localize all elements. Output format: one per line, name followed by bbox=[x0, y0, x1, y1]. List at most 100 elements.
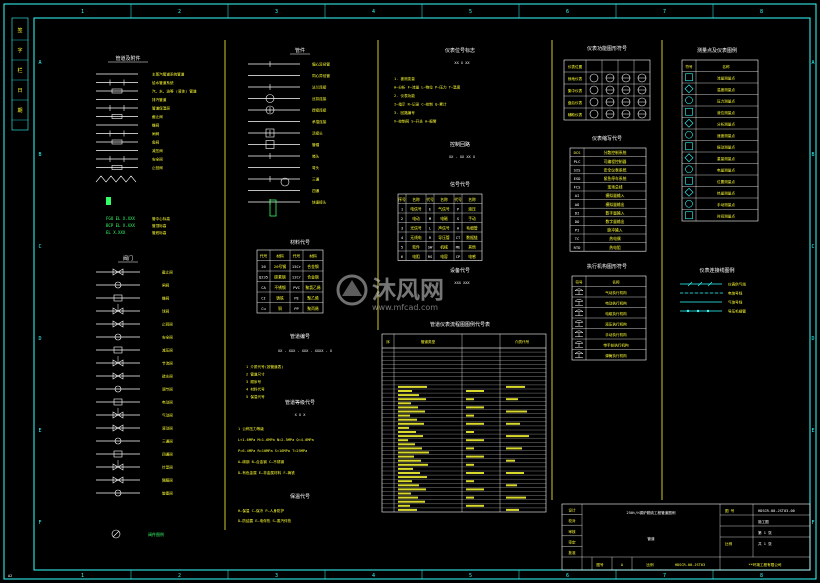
signalTable-cell: 声信号 bbox=[438, 225, 450, 230]
abbrTable-cell: AI bbox=[575, 193, 580, 198]
measure-label: 位置测量点 bbox=[717, 179, 735, 184]
section-material-title: 材料代号 bbox=[290, 239, 310, 246]
measure-label: 液位测量点 bbox=[717, 110, 735, 115]
section-insulation-title: 保温代号 bbox=[290, 493, 310, 500]
signalTable-cell: 电感 bbox=[468, 254, 476, 259]
zone-label-side-right: C bbox=[811, 244, 814, 250]
pressure-format: X X X bbox=[295, 413, 307, 417]
section-instrument-title: 仪表位号标志 bbox=[445, 47, 475, 54]
materialTable-cell: 代号 bbox=[293, 254, 301, 259]
main-table-row-text bbox=[398, 508, 417, 511]
section-pipe-code-title: 管道编号 bbox=[290, 333, 310, 340]
title-block-role: 批准 bbox=[568, 550, 576, 555]
zone-label-top: 5 bbox=[469, 9, 472, 15]
measure-point-icon bbox=[685, 73, 693, 82]
zone-label-side-right: F bbox=[811, 520, 814, 526]
zone-label-side-right: A bbox=[811, 60, 814, 66]
zone-label-side: E bbox=[38, 428, 41, 434]
device-format: XXX XXX bbox=[454, 281, 470, 285]
main-table-row-text bbox=[398, 476, 427, 479]
measure-point-icon bbox=[685, 130, 693, 139]
signalTable-cell: 名称 bbox=[468, 197, 476, 202]
zone-label-side: B bbox=[38, 152, 41, 158]
pipe-symbol-label: 止回阀 bbox=[152, 165, 163, 170]
main-table-row-text bbox=[398, 439, 408, 442]
signalTable-cell: 气信号 bbox=[438, 206, 450, 211]
section-pressure-title: 管道等级代号 bbox=[285, 399, 315, 406]
valve-label: 四通阀 bbox=[162, 451, 173, 456]
signalTable-cell: 数据链 bbox=[466, 235, 478, 240]
main-table-row-text bbox=[398, 426, 409, 429]
main-table-row-text bbox=[398, 410, 425, 413]
valve-label: 电动阀 bbox=[162, 399, 173, 404]
zone-label-top: 2 bbox=[178, 9, 181, 15]
measure-label: 电量测量点 bbox=[717, 168, 735, 173]
measure-point-icon bbox=[685, 176, 693, 185]
title-block-company: **环境工程有限公司 bbox=[748, 562, 781, 567]
actuator-label: 带手轮执行机构 bbox=[603, 343, 629, 348]
pipe-symbol-label: 减压阀 bbox=[152, 148, 163, 153]
main-table-row-text bbox=[398, 385, 427, 388]
zone-label-top: 7 bbox=[663, 9, 666, 15]
pressure-line: D—有色金属 E—非金属材料 F—铸铁 bbox=[238, 470, 295, 475]
main-table-row-text bbox=[506, 447, 522, 450]
main-table-row-text bbox=[506, 484, 517, 487]
measure-point-icon bbox=[685, 165, 693, 174]
zone-label-bottom: 8 bbox=[760, 573, 763, 579]
column-measurement: 测量点及仪表图例 符号 名称流量测量点温度测量点压力测量点液位测量点分析测量点速度… bbox=[680, 47, 759, 313]
zone-label-top: 6 bbox=[566, 9, 569, 15]
zone-label-top: 3 bbox=[275, 9, 278, 15]
main-table-header: 介质代号 bbox=[515, 339, 530, 344]
materialTable-cell: 合金钢 bbox=[307, 264, 319, 269]
fitting-label: 管帽 bbox=[312, 142, 320, 147]
signalTable-cell: 无线电 bbox=[410, 235, 422, 240]
elevation-label: FGO EL X.XXX bbox=[106, 216, 135, 221]
title-block-role: 审核 bbox=[568, 529, 576, 534]
main-table-row-text bbox=[466, 390, 484, 392]
main-table-row-text bbox=[466, 398, 474, 401]
column-instrument-symbols: 仪表功能图形符号 仪表位置就地仪表集中仪表盘后仪表辅助仪表 仪表缩写代号 DCS… bbox=[563, 45, 651, 361]
pipe-symbol-label: 截止阀 bbox=[152, 114, 163, 119]
abbrTable-cell: 数字量输出 bbox=[606, 219, 625, 224]
actuator-label: 手动执行机构 bbox=[605, 332, 627, 337]
main-table-row-text bbox=[398, 443, 415, 446]
zone-label-top: 1 bbox=[81, 9, 84, 15]
title-block-no-label: 图 号 bbox=[725, 508, 735, 513]
abbrTable-cell: 热电偶 bbox=[609, 236, 621, 241]
section-valves-title: 阀门 bbox=[123, 255, 133, 262]
materialTable-cell: CI bbox=[261, 296, 266, 301]
measure-point-icon bbox=[685, 142, 693, 151]
measure-label: 名称 bbox=[722, 64, 730, 69]
main-table-row-text bbox=[398, 422, 424, 425]
main-table-row-text bbox=[398, 496, 418, 499]
measure-point-icon bbox=[684, 187, 694, 197]
signalTable-cell: 代号 bbox=[426, 197, 434, 202]
valve-label: 节流阀 bbox=[162, 360, 173, 365]
inst-symbol-row-label: 辅助仪表 bbox=[568, 112, 583, 117]
valve-label: 球阀 bbox=[162, 308, 170, 313]
fitting-label: 偏心异径管 bbox=[312, 61, 330, 66]
measure-point-icon bbox=[684, 118, 694, 128]
fitting-label: 快速接头 bbox=[312, 199, 327, 204]
materialTable-cell: 铸铁 bbox=[276, 296, 284, 301]
materialTable-cell: PVC bbox=[293, 285, 300, 290]
materialTable-cell: Cu bbox=[261, 306, 266, 311]
capillary-mark bbox=[706, 309, 710, 313]
main-table-row-text bbox=[398, 488, 426, 491]
pipe-symbol-label: 角阀 bbox=[152, 139, 160, 144]
zone-label-side: A bbox=[38, 60, 41, 66]
signalTable-cell: 名称 bbox=[440, 197, 448, 202]
zone-label-side-right: D bbox=[811, 336, 814, 342]
main-table-row-text bbox=[398, 394, 419, 397]
pipe-symbol-label: 汽、水、油等 (液体) 管道 bbox=[152, 88, 197, 93]
pipe-code-part: 2 管道尺寸 bbox=[246, 372, 265, 377]
measure-point-icon bbox=[685, 107, 693, 116]
main-table-header: 管道类型 bbox=[421, 339, 436, 344]
main-table-row-text bbox=[398, 435, 423, 438]
signalTable-cell: 2 bbox=[401, 216, 403, 221]
main-table-row-text bbox=[466, 504, 484, 507]
pipe-symbol-label: 排汽管道 bbox=[152, 97, 167, 102]
expansion-joint-icon bbox=[95, 175, 137, 183]
actuator-label: 电磁执行机构 bbox=[605, 311, 627, 316]
signalTable-cell: ME bbox=[456, 244, 461, 249]
